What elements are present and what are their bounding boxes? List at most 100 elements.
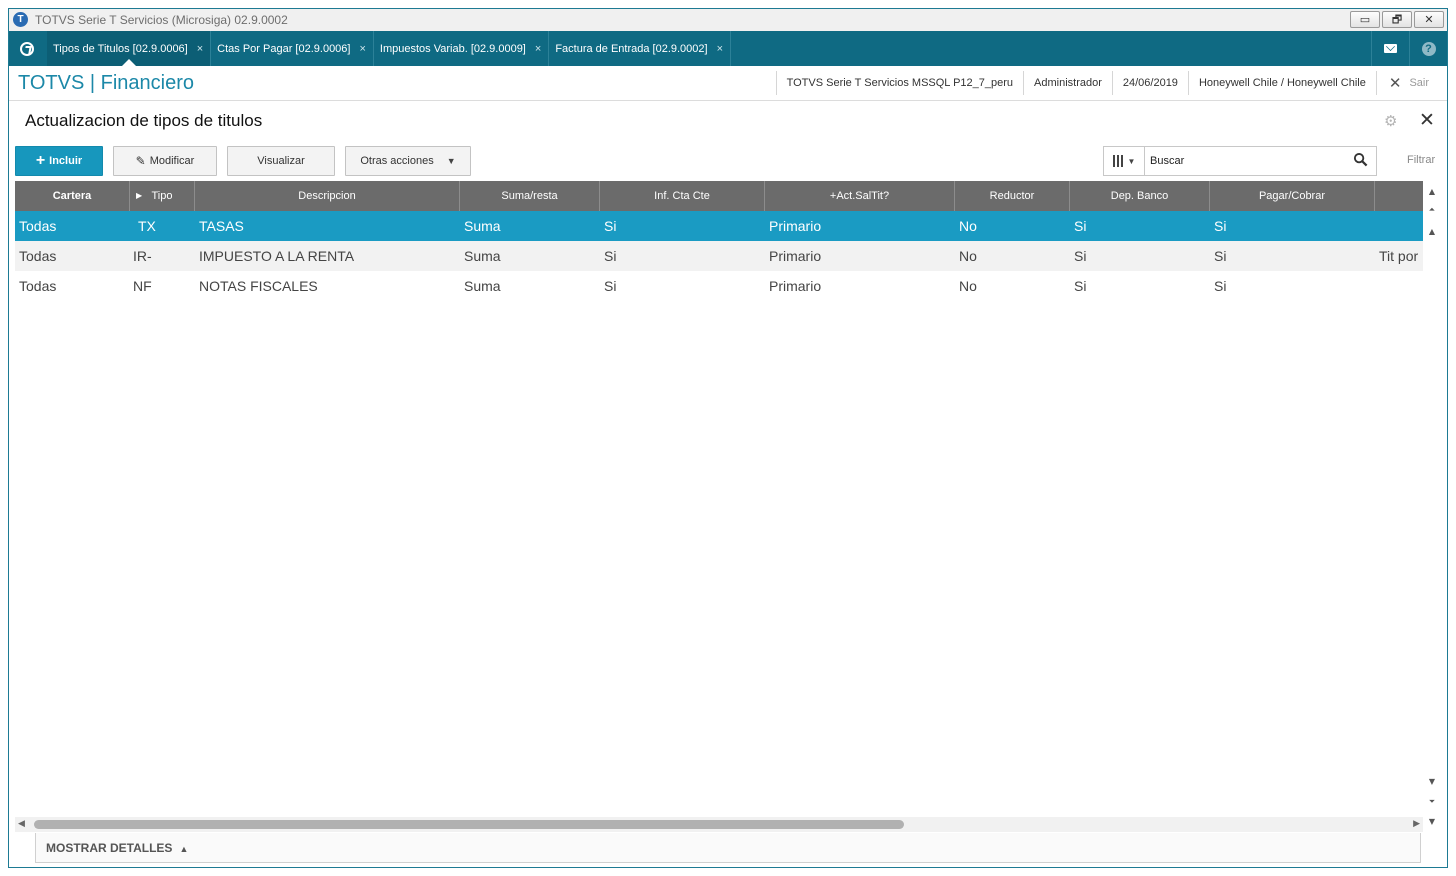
environment-label: TOTVS Serie T Servicios MSSQL P12_7_peru bbox=[775, 71, 1023, 95]
column-header-act-saltit[interactable]: +Act.SalTit? bbox=[765, 181, 955, 211]
scroll-page-up-icon[interactable]: ⏶ bbox=[1425, 203, 1439, 217]
view-button[interactable]: Visualizar bbox=[227, 146, 335, 176]
column-header-inf-cta-cte[interactable]: Inf. Cta Cte bbox=[600, 181, 765, 211]
app-window: T TOTVS Serie T Servicios (Microsiga) 02… bbox=[8, 8, 1448, 868]
cell-dep-banco: Si bbox=[1074, 278, 1087, 294]
scroll-left-icon[interactable]: ◀ bbox=[18, 819, 25, 829]
modify-button[interactable]: ✎ Modificar bbox=[113, 146, 217, 176]
scroll-top-icon[interactable]: ▲ bbox=[1425, 185, 1439, 199]
tab-label: Ctas Por Pagar [02.9.0006] bbox=[217, 42, 351, 55]
scroll-right-icon[interactable]: ▶ bbox=[1413, 819, 1420, 829]
home-button[interactable] bbox=[9, 31, 45, 66]
table-row[interactable]: Todas IR- IMPUESTO A LA RENTA Suma Si Pr… bbox=[15, 241, 1423, 271]
cell-extra: Tit por bbox=[1379, 248, 1419, 264]
scroll-down-icon[interactable]: ▼ bbox=[1425, 775, 1439, 789]
search-box: ▼ Buscar bbox=[1103, 146, 1377, 176]
totvs-app-icon: T bbox=[13, 12, 28, 27]
cell-act-saltit: Primario bbox=[769, 218, 822, 234]
scroll-page-down-icon[interactable]: ⏷ bbox=[1425, 795, 1439, 809]
tab-impuestos-variab[interactable]: Impuestos Variab. [02.9.0009] × bbox=[374, 31, 550, 66]
column-header-descripcion[interactable]: Descripcion bbox=[195, 181, 460, 211]
vertical-scrollbar[interactable]: ▲ ⏶ ▲ ▼ ⏷ ▼ bbox=[1422, 181, 1442, 833]
help-button[interactable]: ? bbox=[1409, 31, 1447, 66]
column-selector-button[interactable]: ▼ bbox=[1104, 147, 1145, 175]
cell-act-saltit: Primario bbox=[769, 278, 822, 294]
close-tab-icon[interactable]: × bbox=[535, 43, 541, 55]
messages-button[interactable] bbox=[1371, 31, 1409, 66]
gear-icon[interactable]: ⚙ bbox=[1384, 112, 1397, 130]
tab-ctas-por-pagar[interactable]: Ctas Por Pagar [02.9.0006] × bbox=[211, 31, 374, 66]
chevron-down-icon: ▼ bbox=[1127, 156, 1136, 166]
cell-reductor: No bbox=[959, 278, 977, 294]
modify-label: Modificar bbox=[149, 155, 195, 167]
totvs-logo-icon bbox=[20, 41, 34, 56]
cell-tipo: TX bbox=[138, 218, 156, 234]
cell-tipo: NF bbox=[133, 278, 152, 294]
cell-pagar-cobrar: Si bbox=[1214, 248, 1227, 264]
details-panel-toggle[interactable]: MOSTRAR DETALLES ▲ bbox=[35, 833, 1421, 863]
cell-descripcion: IMPUESTO A LA RENTA bbox=[199, 248, 355, 264]
view-label: Visualizar bbox=[257, 155, 305, 167]
cell-reductor: No bbox=[959, 218, 977, 234]
cell-suma-resta: Suma bbox=[464, 248, 501, 264]
plus-icon: + bbox=[35, 152, 46, 169]
table-row[interactable]: Todas NF NOTAS FISCALES Suma Si Primario… bbox=[15, 271, 1423, 301]
search-icon[interactable] bbox=[1353, 152, 1368, 167]
column-header-cartera[interactable]: Cartera bbox=[15, 181, 130, 211]
close-window-button[interactable]: ✕ bbox=[1414, 11, 1444, 28]
cell-tipo: IR- bbox=[133, 248, 152, 264]
restore-button[interactable]: 🗗 bbox=[1382, 11, 1412, 28]
scroll-thumb[interactable] bbox=[34, 820, 904, 829]
column-header-dep-banco[interactable]: Dep. Banco bbox=[1070, 181, 1210, 211]
tab-tipos-de-titulos[interactable]: Tipos de Titulos [02.9.0006] × bbox=[47, 31, 212, 66]
tab-label: Impuestos Variab. [02.9.0009] bbox=[379, 42, 526, 55]
table-row[interactable]: Todas TX TASAS Suma Si Primario No Si Si bbox=[15, 211, 1423, 241]
page-title: Actualizacion de tipos de titulos bbox=[25, 111, 263, 130]
other-actions-button[interactable]: Otras acciones ▼ bbox=[345, 146, 471, 176]
mail-icon bbox=[1384, 44, 1397, 53]
close-page-button[interactable]: ✕ bbox=[1419, 109, 1435, 131]
chevron-up-icon: ▲ bbox=[179, 844, 189, 854]
grid-header: Cartera ▶ Tipo Descripcion Suma/resta In… bbox=[15, 181, 1423, 211]
close-tab-icon[interactable]: × bbox=[197, 43, 203, 55]
chevron-down-icon: ▼ bbox=[446, 156, 456, 166]
cell-inf-cta-cte: Si bbox=[604, 248, 617, 264]
cell-descripcion: TASAS bbox=[199, 218, 244, 234]
user-label: Administrador bbox=[1023, 71, 1112, 95]
column-header-label: Tipo bbox=[151, 190, 173, 202]
column-header-pagar-cobrar[interactable]: Pagar/Cobrar bbox=[1210, 181, 1375, 211]
window-title: TOTVS Serie T Servicios (Microsiga) 02.9… bbox=[35, 13, 288, 27]
close-tab-icon[interactable]: × bbox=[717, 43, 723, 55]
other-actions-label: Otras acciones bbox=[360, 155, 434, 167]
date-label: 24/06/2019 bbox=[1111, 71, 1188, 95]
cell-suma-resta: Suma bbox=[464, 278, 501, 294]
column-header-reductor[interactable]: Reductor bbox=[955, 181, 1070, 211]
horizontal-scrollbar[interactable]: ◀ ▶ bbox=[15, 817, 1423, 832]
scroll-bottom-icon[interactable]: ▼ bbox=[1425, 815, 1439, 829]
exit-button[interactable]: ✕ Sair bbox=[1375, 71, 1447, 95]
tab-label: Tipos de Titulos [02.9.0006] bbox=[53, 42, 188, 55]
minimize-button[interactable]: ▭ bbox=[1350, 11, 1380, 28]
tab-factura-de-entrada[interactable]: Factura de Entrada [02.9.0002] × bbox=[549, 31, 732, 66]
module-header: TOTVS | Financiero TOTVS Serie T Servici… bbox=[9, 66, 1447, 101]
cell-pagar-cobrar: Si bbox=[1214, 218, 1227, 234]
close-tab-icon[interactable]: × bbox=[359, 43, 365, 55]
cell-cartera: Todas bbox=[19, 218, 57, 234]
include-button[interactable]: + Incluir bbox=[15, 146, 103, 176]
scroll-up-icon[interactable]: ▲ bbox=[1425, 225, 1439, 239]
pencil-icon: ✎ bbox=[135, 154, 146, 168]
column-header-tipo[interactable]: ▶ Tipo bbox=[130, 181, 195, 211]
cell-reductor: No bbox=[959, 248, 977, 264]
show-details-label: MOSTRAR DETALLES bbox=[46, 841, 173, 855]
module-brand: TOTVS | Financiero bbox=[18, 72, 194, 94]
help-icon: ? bbox=[1421, 41, 1436, 56]
cell-cartera: Todas bbox=[19, 278, 57, 294]
column-header-suma-resta[interactable]: Suma/resta bbox=[460, 181, 600, 211]
search-input[interactable]: Buscar bbox=[1150, 155, 1184, 167]
sort-indicator-icon: ▶ bbox=[136, 191, 143, 200]
company-label: Honeywell Chile / Honeywell Chile bbox=[1187, 71, 1376, 95]
filter-button[interactable]: Filtrar bbox=[1407, 154, 1435, 166]
close-icon: ✕ bbox=[1388, 75, 1402, 92]
cell-suma-resta: Suma bbox=[464, 218, 501, 234]
cell-cartera: Todas bbox=[19, 248, 57, 264]
